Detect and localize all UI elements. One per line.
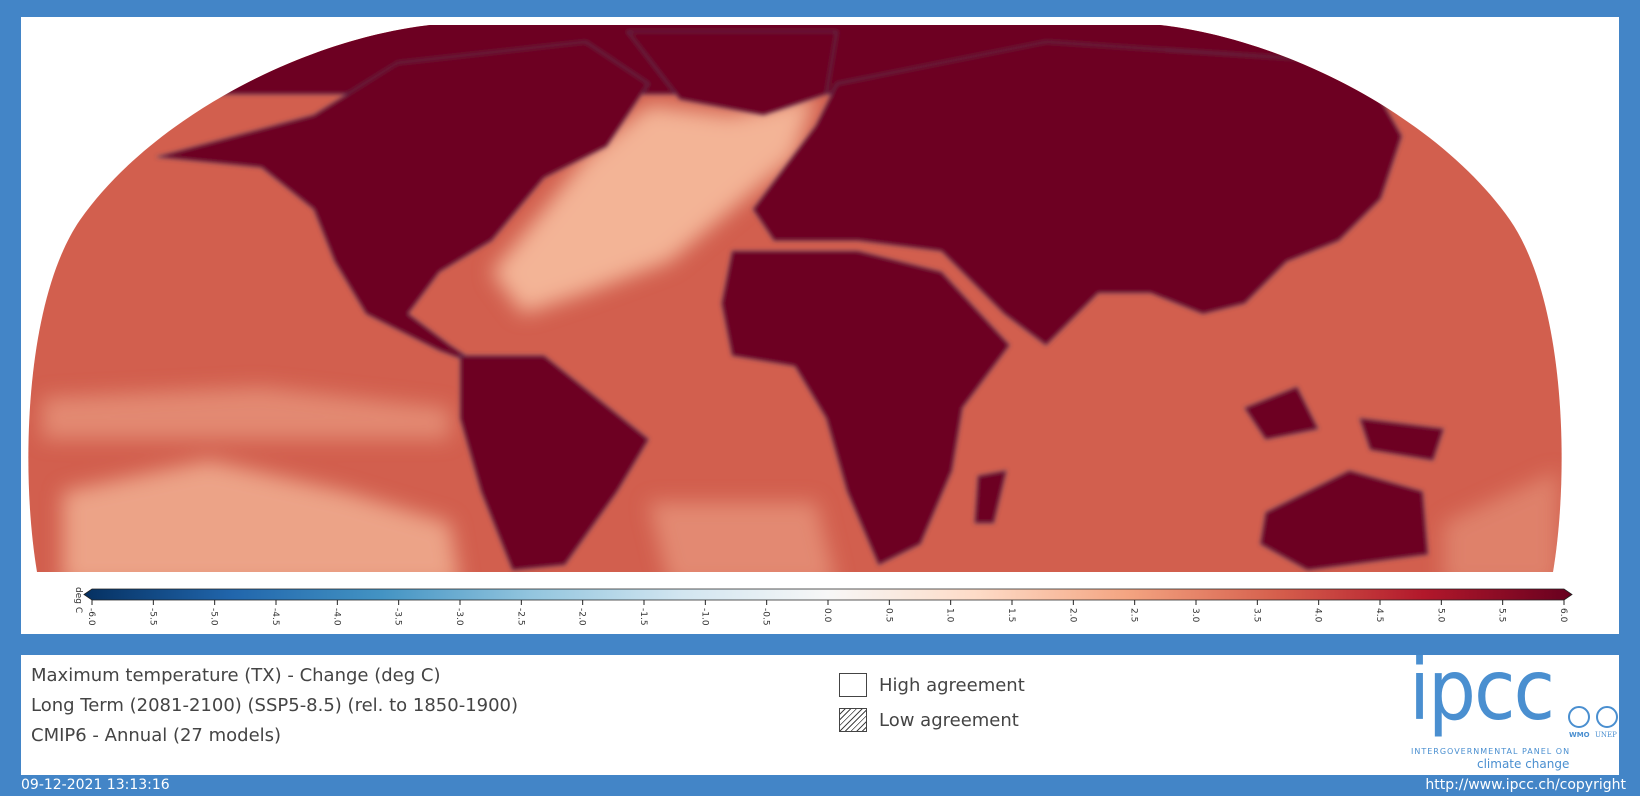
unep-emblem-icon — [1596, 706, 1618, 728]
copyright-link[interactable]: http://www.ipcc.ch/copyright — [1425, 777, 1626, 793]
colorbar-tick-label: 4.5 — [1374, 608, 1384, 622]
colorbar-tick-label: 1.0 — [945, 608, 955, 623]
colorbar-tick-label: 6.0 — [1558, 608, 1568, 623]
colorbar-tick-label: -1.5 — [638, 608, 648, 626]
dataset-season: CMIP6 - Annual (27 models) — [31, 725, 282, 746]
colorbar-tick-label: -2.5 — [515, 608, 525, 626]
map-panel: -6.0 -5.5 -5.0 -4.5 -4.0 -3.5 -3.0 -2.5 -2.0 -1.5… — [21, 17, 1619, 634]
low-agreement-label: Low agreement — [879, 709, 1019, 731]
world-map: -6.0 -5.5 -5.0 -4.5 -4.0 -3.5 -3.0 -2.5 -2.0 -1.5… — [28, 25, 1573, 626]
colorbar-tick-label: 2.0 — [1067, 608, 1077, 623]
ipcc-tagline-1: INTERGOVERNMENTAL PANEL ON — [1411, 747, 1571, 756]
map-field — [28, 25, 1562, 572]
colorbar-tick-label: -6.0 — [86, 608, 96, 626]
unep-label: UNEP — [1595, 731, 1617, 739]
ipcc-wordmark: ipcc — [1409, 641, 1555, 739]
colorbar-tick-label: -4.0 — [331, 608, 341, 626]
colorbar-tick-label: -4.5 — [270, 608, 280, 626]
colorbar-tick-label: -5.0 — [209, 608, 219, 626]
ipcc-logo: ipcc INTERGOVERNMENTAL PANEL ON climate … — [1391, 641, 1619, 775]
colorbar-tick-label: 3.0 — [1190, 608, 1200, 623]
ipcc-tagline-2: climate change — [1477, 757, 1570, 771]
wmo-emblem-icon — [1568, 706, 1590, 728]
colorbar-tick-label: -0.5 — [761, 608, 771, 626]
colorbar-tick-label: -3.5 — [393, 608, 403, 626]
colorbar-tick-label: 1.5 — [1006, 608, 1016, 622]
colorbar-tick-label: 2.5 — [1129, 608, 1139, 622]
colorbar-tick-label: 4.0 — [1313, 608, 1323, 623]
colorbar-tick-label: 3.5 — [1251, 608, 1261, 622]
colorbar-gradient — [83, 588, 1573, 601]
colorbar-tick-label: -5.5 — [147, 608, 157, 626]
wmo-label: WMO — [1569, 731, 1590, 739]
high-agreement-swatch — [839, 673, 867, 697]
period-scenario: Long Term (2081-2100) (SSP5-8.5) (rel. t… — [31, 695, 519, 716]
colorbar-tick-label: 0.5 — [883, 608, 893, 622]
colorbar-tick-label: -3.0 — [454, 608, 464, 626]
high-agreement-label: High agreement — [879, 674, 1025, 696]
timestamp: 09-12-2021 13:13:16 — [21, 777, 170, 793]
colorbar-tick-label: 5.5 — [1497, 608, 1507, 622]
colorbar-tick-label: 5.0 — [1435, 608, 1445, 623]
colorbar: -6.0 -5.5 -5.0 -4.5 -4.0 -3.5 -3.0 -2.5 -2.0 -1.5… — [73, 587, 1573, 626]
legend-high-agreement: High agreement — [839, 673, 1025, 697]
colorbar-label: deg C — [73, 587, 83, 613]
colorbar-tick-label: -1.0 — [699, 608, 709, 626]
variable-title: Maximum temperature (TX) - Change (deg C… — [31, 665, 441, 686]
colorbar-tick-label: -2.0 — [577, 608, 587, 626]
legend-low-agreement: Low agreement — [839, 708, 1019, 732]
info-panel: Maximum temperature (TX) - Change (deg C… — [21, 641, 1619, 775]
colorbar-tick-label: 0.0 — [822, 608, 832, 623]
low-agreement-swatch — [839, 708, 867, 732]
